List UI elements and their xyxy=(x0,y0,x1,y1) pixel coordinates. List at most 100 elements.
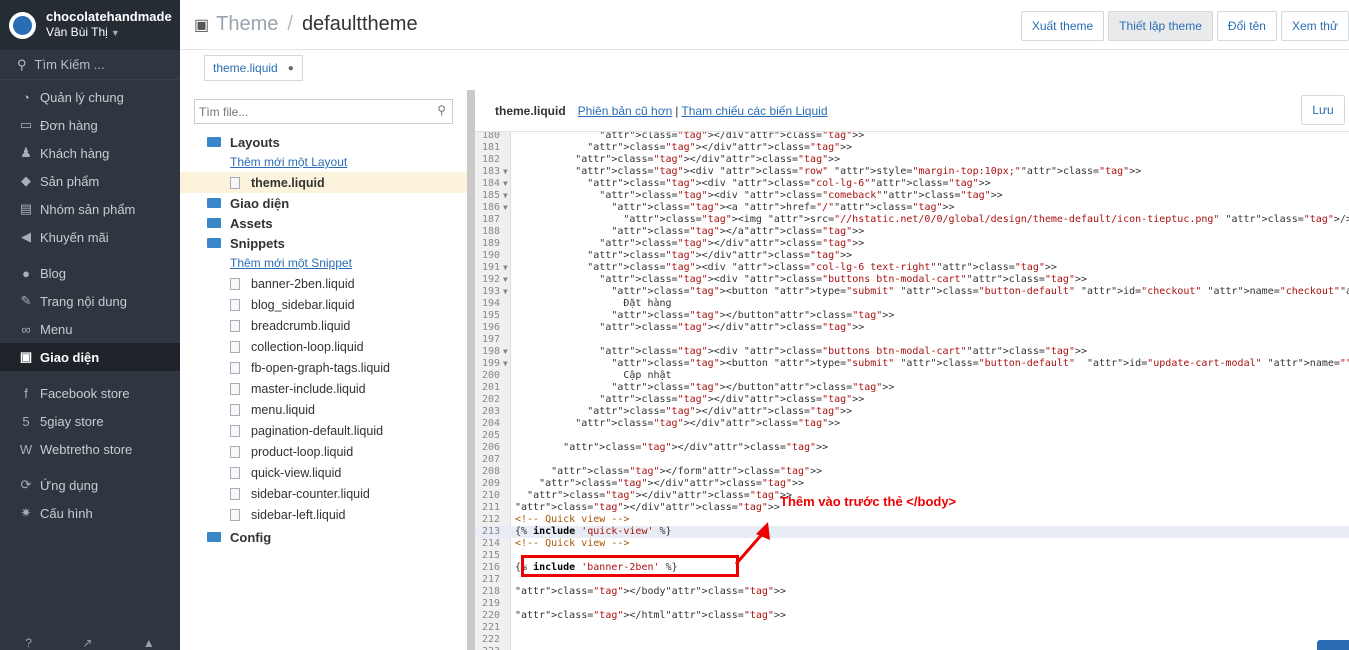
sidebar-item-0-3[interactable]: ◆ Sản phẩm xyxy=(0,167,180,195)
sidebar-item-0-1[interactable]: ▭ Đơn hàng xyxy=(0,111,180,139)
external-link-icon[interactable]: ↗ xyxy=(82,636,92,650)
line-number: 182 xyxy=(481,154,500,165)
line-number: 181 xyxy=(481,142,500,153)
add-layout-link[interactable]: Thêm mới một Layout xyxy=(180,152,467,172)
fold-arrow-icon[interactable]: ▼ xyxy=(503,166,508,178)
gear-icon: ✷ xyxy=(20,505,32,520)
file-item[interactable]: blog_sidebar.liquid xyxy=(180,294,467,315)
folder-layouts[interactable]: Layouts xyxy=(180,132,467,152)
code-line: 207 xyxy=(475,454,1349,466)
file-item[interactable]: menu.liquid xyxy=(180,399,467,420)
tag-icon: ◆ xyxy=(21,173,31,188)
folder-assets[interactable]: Assets xyxy=(180,213,467,233)
corner-button[interactable] xyxy=(1317,640,1349,650)
code-line: 194 Đặt hàng xyxy=(475,298,1349,310)
file-label: menu.liquid xyxy=(251,402,315,417)
sidebar-item-2-0[interactable]: f Facebook store xyxy=(0,379,180,407)
sidebar-item-0-5[interactable]: ◀ Khuyến mãi xyxy=(0,223,180,251)
add-snippet-link[interactable]: Thêm mới một Snippet xyxy=(180,253,467,273)
store-header[interactable]: chocolatehandmade Vân Bùi Thị ▼ xyxy=(0,0,180,50)
folder-templates[interactable]: Giao diện xyxy=(180,193,467,213)
file-item[interactable]: fb-open-graph-tags.liquid xyxy=(180,357,467,378)
sidebar-item-3-1[interactable]: ✷ Cấu hình xyxy=(0,499,180,527)
fold-arrow-icon[interactable]: ▼ xyxy=(503,274,508,286)
line-number: 199 xyxy=(481,358,500,369)
panel-splitter[interactable] xyxy=(467,90,475,650)
code-text: "attr">class="tag"><div "attr">class="co… xyxy=(587,178,991,189)
folder-snippets[interactable]: Snippets xyxy=(180,233,467,253)
file-item[interactable]: sidebar-left.liquid xyxy=(180,504,467,525)
code-line: 195 "attr">class="tag"></button"attr">cl… xyxy=(475,310,1349,322)
fold-arrow-icon[interactable]: ▼ xyxy=(503,190,508,202)
code-line: 185 ▼ "attr">class="tag"><div "attr">clas… xyxy=(475,190,1349,202)
file-search-input[interactable]: Tìm file... ⚲ xyxy=(194,99,453,124)
sidebar-item-0-4[interactable]: ▤ Nhóm sản phẩm xyxy=(0,195,180,223)
preview-button[interactable]: Xem thử xyxy=(1280,11,1349,41)
fold-arrow-icon[interactable]: ▼ xyxy=(503,178,508,190)
sidebar-item-label: Ứng dụng xyxy=(40,477,99,493)
bell-icon[interactable]: ▲ xyxy=(143,636,155,650)
code-line: 202 "attr">class="tag"></div"attr">class… xyxy=(475,394,1349,406)
file-item[interactable]: breadcrumb.liquid xyxy=(180,315,467,336)
code-line: 199 ▼ "attr">class="tag"><button "attr">t… xyxy=(475,358,1349,370)
sidebar-item-2-1[interactable]: 5 5giay store xyxy=(0,407,180,435)
sidebar-nav: ◔ Quản lý chung ▭ Đơn hàng ♟ Khách hàng ◆ Sản p… xyxy=(0,80,180,527)
file-item[interactable]: quick-view.liquid xyxy=(180,462,467,483)
file-item[interactable]: pagination-default.liquid xyxy=(180,420,467,441)
help-icon[interactable]: ? xyxy=(25,636,32,650)
sidebar-item-1-2[interactable]: ∞ Menu xyxy=(0,315,180,343)
file-label: product-loop.liquid xyxy=(251,444,354,459)
file-item[interactable]: collection-loop.liquid xyxy=(180,336,467,357)
fold-arrow-icon[interactable]: ▼ xyxy=(503,358,508,370)
search-icon: ⚲ xyxy=(17,56,27,72)
file-label: sidebar-left.liquid xyxy=(251,507,346,522)
file-item[interactable]: banner-2ben.liquid xyxy=(180,273,467,294)
fold-arrow-icon[interactable]: ▼ xyxy=(503,262,508,274)
sidebar-item-1-3[interactable]: ▣ Giao diện xyxy=(0,343,180,371)
folder-config[interactable]: Config xyxy=(180,527,467,547)
save-button[interactable]: Lưu xyxy=(1301,95,1345,125)
older-version-link[interactable]: Phiên bản cũ hơn xyxy=(578,104,673,118)
tab-theme-liquid[interactable]: theme.liquid ● xyxy=(204,55,303,81)
search-icon[interactable]: ⚲ xyxy=(437,103,446,117)
sidebar-footer: ? ↗ ▲ xyxy=(0,636,180,650)
file-item[interactable]: sidebar-counter.liquid xyxy=(180,483,467,504)
sidebar-item-1-1[interactable]: ✎ Trang nội dung xyxy=(0,287,180,315)
breadcrumb-section[interactable]: Theme xyxy=(216,13,278,36)
line-number: 219 xyxy=(481,598,500,609)
line-number: 210 xyxy=(481,490,500,501)
file-label: collection-loop.liquid xyxy=(251,339,364,354)
file-item[interactable]: product-loop.liquid xyxy=(180,441,467,462)
file-item-theme-liquid[interactable]: theme.liquid xyxy=(180,172,467,193)
code-text: Cập nhật xyxy=(515,370,672,381)
sidebar-item-1-0[interactable]: ● Blog xyxy=(0,259,180,287)
open-files-bar: theme.liquid ● xyxy=(180,50,1349,90)
theme-settings-button[interactable]: Thiết lập theme xyxy=(1108,11,1213,41)
user-menu[interactable]: Vân Bùi Thị ▼ xyxy=(46,24,172,41)
line-number: 191 xyxy=(481,262,500,273)
sidebar-item-0-0[interactable]: ◔ Quản lý chung xyxy=(0,83,180,111)
line-number: 193 xyxy=(481,286,500,297)
folder-icon xyxy=(207,198,221,208)
code-line: 191 ▼ "attr">class="tag"><div "attr">clas… xyxy=(475,262,1349,274)
fold-arrow-icon[interactable]: ▼ xyxy=(503,286,508,298)
sidebar-item-0-2[interactable]: ♟ Khách hàng xyxy=(0,139,180,167)
line-number: 222 xyxy=(481,634,500,645)
users-icon: ♟ xyxy=(20,145,32,160)
code-text: "attr">class="tag"></div"attr">class="ta… xyxy=(587,250,853,261)
file-item[interactable]: master-include.liquid xyxy=(180,378,467,399)
fold-arrow-icon[interactable]: ▼ xyxy=(503,202,508,214)
file-search-placeholder: Tìm file... xyxy=(199,104,249,119)
rename-button[interactable]: Đổi tên xyxy=(1216,11,1277,41)
file-label: breadcrumb.liquid xyxy=(251,318,351,333)
line-number: 221 xyxy=(481,622,500,633)
sidebar-item-2-2[interactable]: W Webtretho store xyxy=(0,435,180,463)
file-icon xyxy=(230,277,240,290)
sidebar-search[interactable]: ⚲ Tìm Kiếm ... xyxy=(0,50,180,80)
fold-arrow-icon[interactable]: ▼ xyxy=(503,346,508,358)
export-theme-button[interactable]: Xuất theme xyxy=(1020,11,1105,41)
liquid-variables-link[interactable]: Tham chiếu các biến Liquid xyxy=(681,104,827,118)
line-number: 184 xyxy=(481,178,500,189)
line-number: 202 xyxy=(481,394,500,405)
sidebar-item-3-0[interactable]: ⟳ Ứng dụng xyxy=(0,471,180,499)
